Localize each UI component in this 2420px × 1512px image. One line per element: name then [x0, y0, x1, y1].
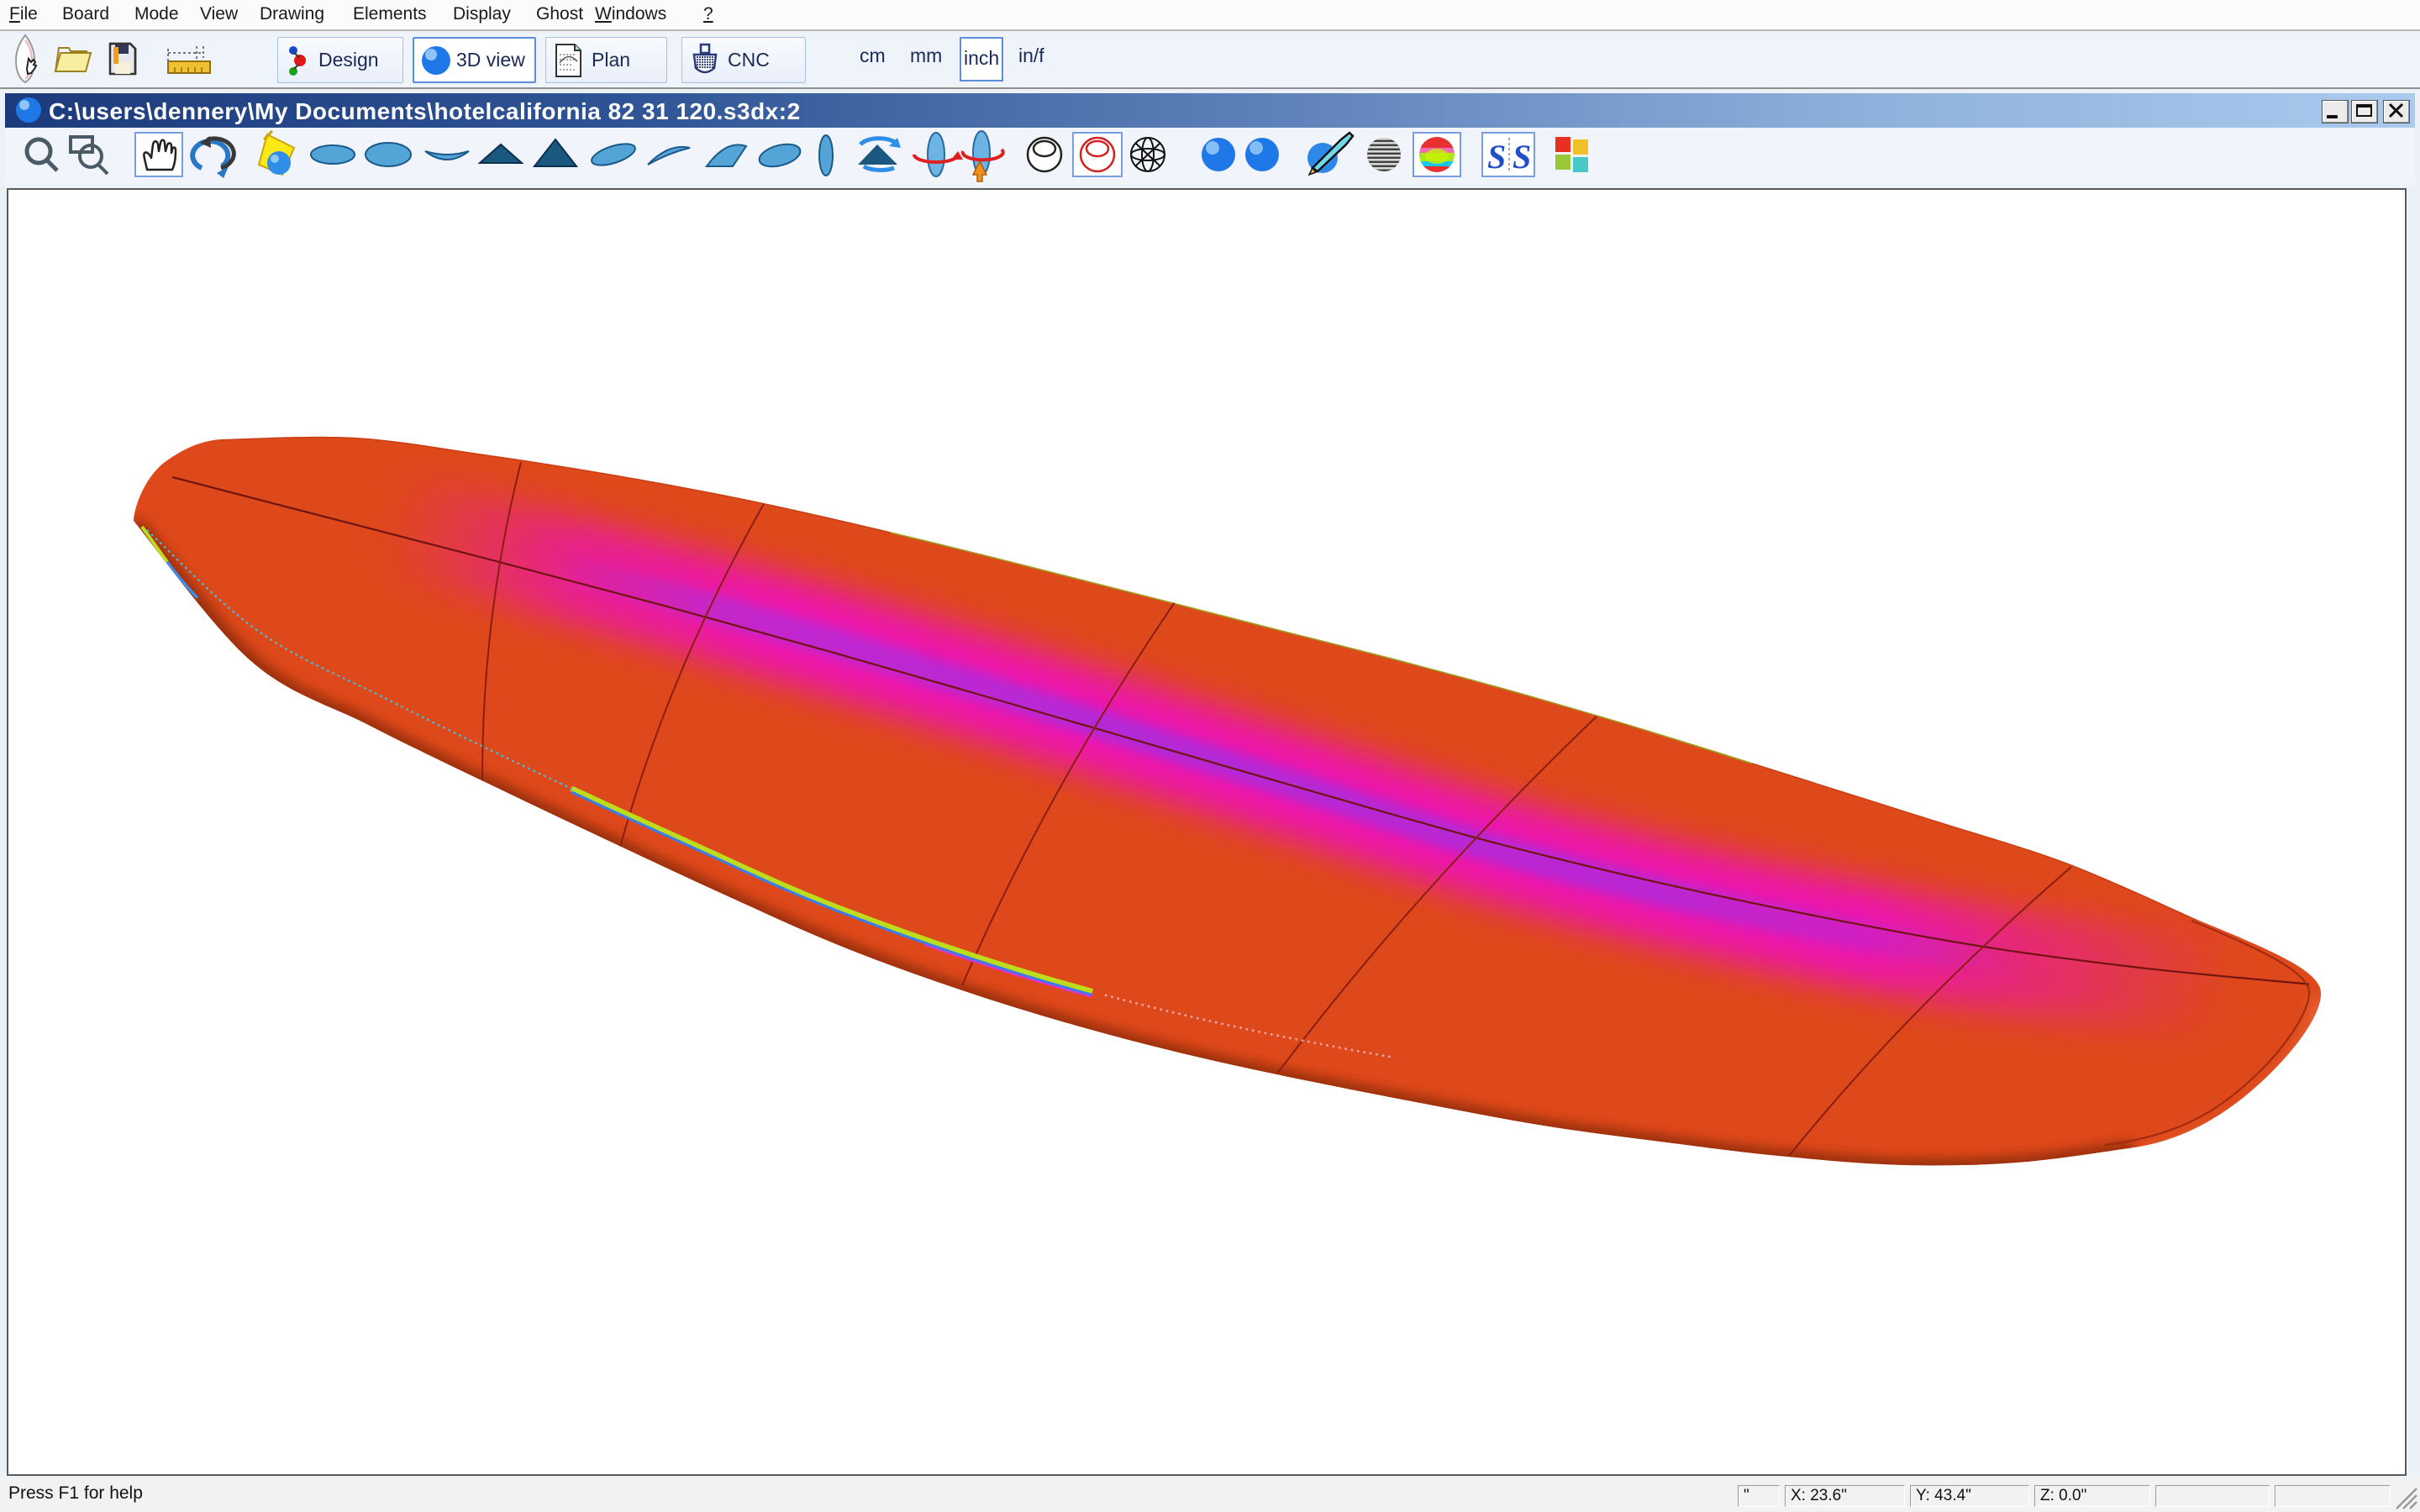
svg-text:S: S: [1487, 138, 1506, 176]
svg-text:S: S: [1512, 138, 1531, 176]
